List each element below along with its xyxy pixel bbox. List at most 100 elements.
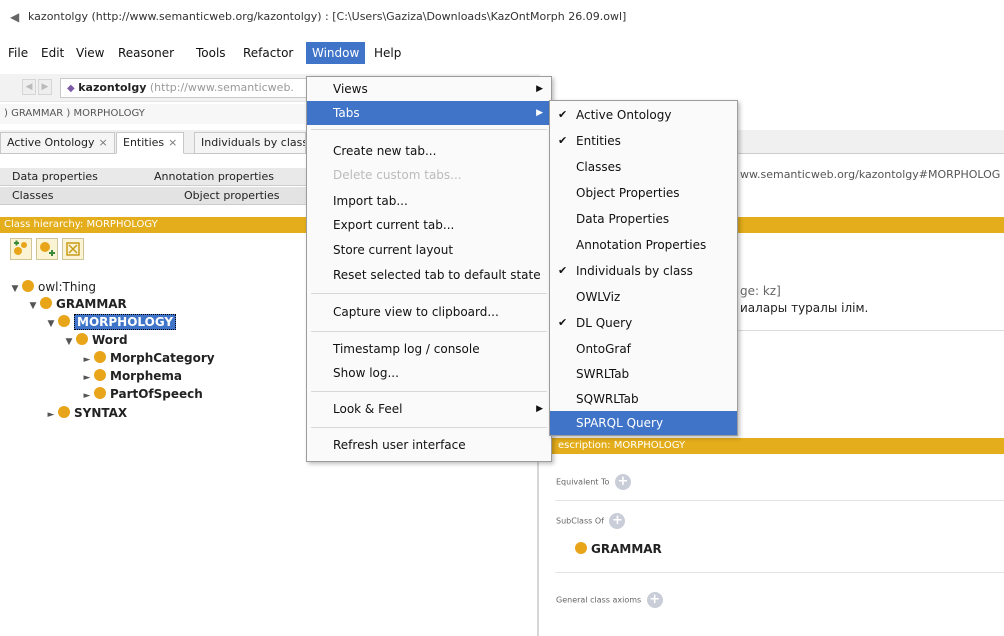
tab-toggle-sparql-query[interactable]: SPARQL Query (550, 411, 737, 435)
class-icon (40, 297, 52, 309)
subtab-data-properties[interactable]: Data properties (12, 168, 98, 186)
subtab-object-properties[interactable]: Object properties (184, 187, 279, 205)
menu-item-refresh-ui[interactable]: Refresh user interface (307, 433, 551, 457)
add-sibling-icon[interactable] (36, 238, 58, 260)
expanded-icon[interactable]: ▼ (62, 335, 76, 350)
tab-toggle-sqwrltab[interactable]: SQWRLTab (550, 387, 737, 411)
menu-item-views[interactable]: Views ▶ (307, 77, 551, 101)
section-divider (555, 572, 1004, 573)
tree-node-partofspeech[interactable]: ► PartOfSpeech (80, 387, 203, 403)
subtab-annotation-properties[interactable]: Annotation properties (154, 168, 274, 186)
subtab-classes[interactable]: Classes (12, 187, 53, 205)
menu-reasoner[interactable]: Reasoner (112, 42, 180, 64)
node-label: Word (92, 333, 128, 347)
menu-help[interactable]: Help (368, 42, 407, 64)
annotation-value[interactable]: иалары туралы ілім. (740, 301, 868, 315)
submenu-arrow-icon: ▶ (536, 108, 543, 118)
tree-node-owl-thing[interactable]: ▼ owl:Thing (8, 280, 96, 296)
window-menu: Views ▶ Tabs ▶ Create new tab... Delete cu… (306, 76, 552, 462)
tab-toggle-owlviz[interactable]: OWLViz (550, 285, 737, 309)
menu-item-show-log[interactable]: Show log... (307, 361, 551, 385)
menu-item-store-current-layout[interactable]: Store current layout (307, 238, 551, 262)
tab-toggle-classes[interactable]: Classes (550, 155, 737, 179)
expanded-icon[interactable]: ▼ (8, 282, 22, 297)
collapsed-icon[interactable]: ► (80, 353, 94, 368)
add-equivalent-icon[interactable]: + (614, 474, 631, 490)
section-divider (555, 500, 1004, 501)
tab-entities[interactable]: Entities × (116, 132, 185, 154)
forward-icon[interactable]: ▶ (38, 79, 52, 95)
general-axioms-section: General class axioms + (556, 592, 663, 608)
subclass-of-section: SubClass Of + (556, 513, 626, 529)
class-icon (58, 406, 70, 418)
entity-subtabs-row2: Classes Object properties (0, 187, 306, 205)
class-icon (22, 280, 34, 292)
class-hierarchy-header: Class hierarchy: MORPHOLOGY (0, 217, 306, 233)
node-label: PartOfSpeech (110, 387, 203, 401)
tree-node-morphology[interactable]: ▼ MORPHOLOGY (44, 314, 177, 332)
menu-item-export-current-tab[interactable]: Export current tab... (307, 213, 551, 237)
menu-window[interactable]: Window (306, 42, 366, 64)
menu-refactor[interactable]: Refactor (237, 42, 299, 64)
collapsed-icon[interactable]: ► (80, 371, 94, 386)
window-title: kazontolgy (http://www.semanticweb.org/k… (28, 10, 627, 23)
checkmark-icon: ✔ (558, 264, 568, 277)
close-icon[interactable]: × (98, 136, 107, 149)
expanded-icon[interactable]: ▼ (44, 317, 58, 332)
superclass-item[interactable]: GRAMMAR (575, 542, 662, 556)
tree-node-morphema[interactable]: ► Morphema (80, 369, 182, 385)
collapsed-icon[interactable]: ► (80, 389, 94, 404)
expanded-icon[interactable]: ▼ (26, 299, 40, 314)
menu-item-capture-view[interactable]: Capture view to clipboard... (307, 300, 551, 324)
menu-item-import-tab[interactable]: Import tab... (307, 189, 551, 213)
node-label: Morphema (110, 369, 182, 383)
add-general-axiom-icon[interactable]: + (646, 592, 663, 608)
tab-toggle-swrltab[interactable]: SWRLTab (550, 362, 737, 386)
tab-active-ontology[interactable]: Active Ontology × (0, 132, 115, 154)
tab-toggle-entities[interactable]: ✔ Entities (550, 129, 737, 153)
tab-toggle-object-properties[interactable]: Object Properties (550, 181, 737, 205)
menu-item-label: Tabs (333, 106, 360, 120)
menu-item-create-new-tab[interactable]: Create new tab... (307, 139, 551, 163)
checkmark-icon: ✔ (558, 316, 568, 329)
delete-class-icon[interactable] (62, 238, 84, 260)
menu-file[interactable]: File (2, 42, 34, 64)
back-icon[interactable]: ◀ (22, 79, 36, 95)
description-header: escription: MORPHOLOGY (540, 438, 1004, 454)
tab-toggle-dl-query[interactable]: ✔ DL Query (550, 311, 737, 335)
tab-label: Entities (123, 136, 165, 149)
tab-toggle-active-ontology[interactable]: ✔ Active Ontology (550, 103, 737, 127)
menu-separator (311, 391, 547, 392)
tree-node-syntax[interactable]: ► SYNTAX (44, 406, 127, 422)
protege-icon: ◀ (10, 10, 20, 24)
node-label: SYNTAX (74, 406, 128, 420)
tabs-submenu: ✔ Active Ontology ✔ Entities Classes Objec… (549, 100, 738, 436)
ontology-selector[interactable]: ◆ kazontolgy (http://www.semanticweb. (60, 78, 310, 98)
annotation-language: ge: kz] (740, 284, 781, 298)
menu-edit[interactable]: Edit (35, 42, 70, 64)
tab-toggle-ontograf[interactable]: OntoGraf (550, 337, 737, 361)
menu-item-look-and-feel[interactable]: Look & Feel ▶ (307, 397, 551, 421)
collapsed-icon[interactable]: ► (44, 408, 58, 423)
tab-individuals-by-class[interactable]: Individuals by class (194, 132, 306, 154)
tree-node-word[interactable]: ▼ Word (62, 333, 128, 349)
menu-item-timestamp-log[interactable]: Timestamp log / console (307, 337, 551, 361)
tree-node-grammar[interactable]: ▼ GRAMMAR (26, 297, 127, 313)
entity-subtabs-row1: Data properties Annotation properties (0, 168, 306, 186)
menu-item-label: Views (333, 82, 368, 96)
menu-tools[interactable]: Tools (190, 42, 232, 64)
menu-item-tabs[interactable]: Tabs ▶ (307, 101, 551, 125)
menu-item-label: Active Ontology (576, 108, 672, 122)
tab-label: Individuals by class (201, 136, 306, 149)
tab-toggle-data-properties[interactable]: Data Properties (550, 207, 737, 231)
add-superclass-icon[interactable]: + (609, 513, 626, 529)
tree-node-morphcategory[interactable]: ► MorphCategory (80, 351, 215, 367)
add-subclass-icon[interactable] (10, 238, 32, 260)
tab-toggle-individuals-by-class[interactable]: ✔ Individuals by class (550, 259, 737, 283)
tab-toggle-annotation-properties[interactable]: Annotation Properties (550, 233, 737, 257)
menu-item-reset-tab[interactable]: Reset selected tab to default state (307, 263, 551, 287)
class-icon (94, 351, 106, 363)
menu-view[interactable]: View (70, 42, 110, 64)
menu-item-label: DL Query (576, 316, 633, 330)
close-icon[interactable]: × (168, 136, 177, 149)
